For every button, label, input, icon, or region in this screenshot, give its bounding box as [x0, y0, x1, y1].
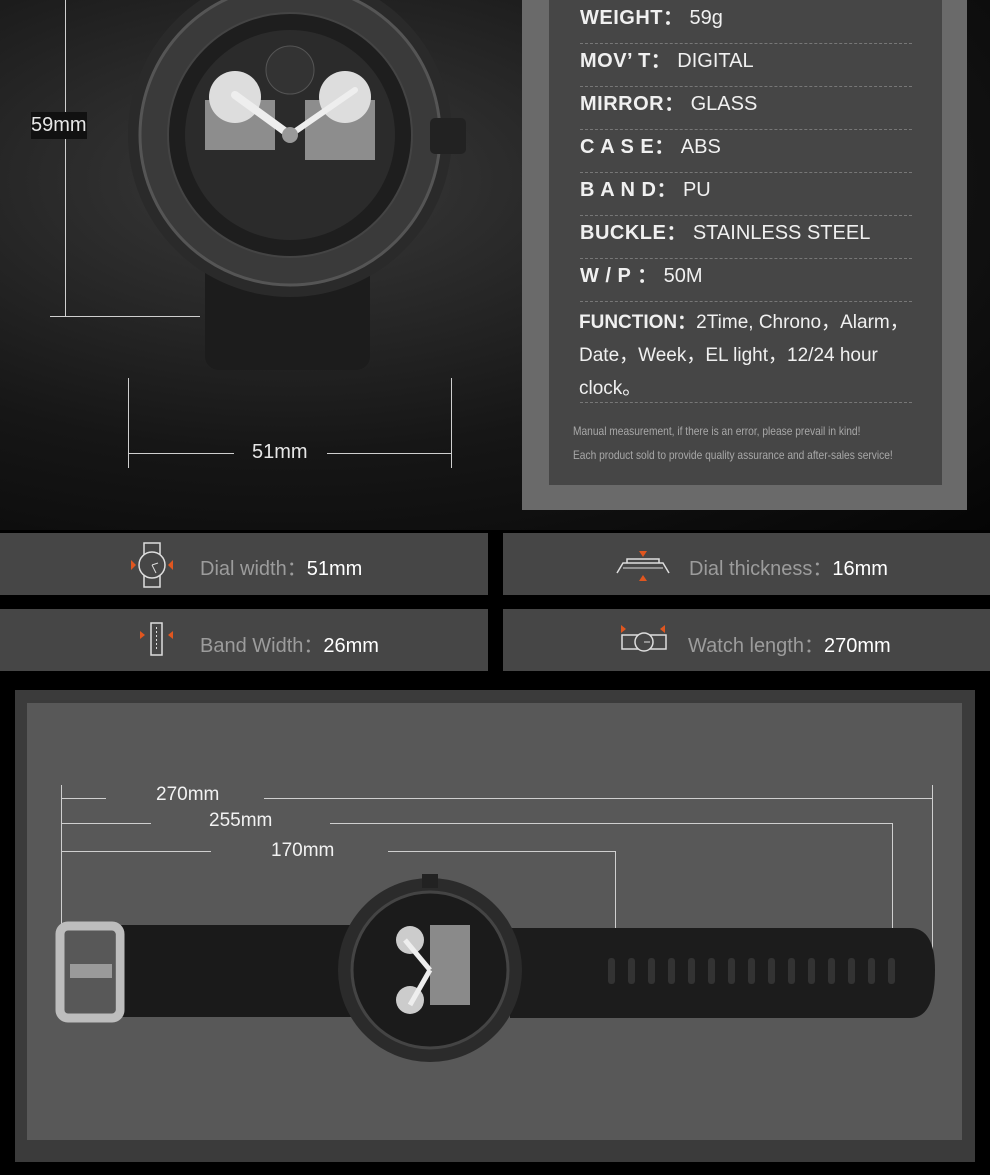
spec-label: MIRROR — [580, 93, 665, 115]
tile-value: 26mm — [323, 635, 379, 657]
tile-dial-thickness: Dial thickness：16mm — [503, 533, 990, 595]
line-270-right — [264, 798, 932, 799]
spec-band: B A N D： PU — [580, 172, 912, 216]
line-270-left — [61, 798, 106, 799]
spec-value: STAINLESS STEEL — [692, 222, 871, 244]
watch-front-image — [128, 0, 466, 370]
tile-value: 270mm — [824, 635, 891, 657]
tile-label: Watch length： — [688, 635, 824, 657]
length-170-label: 170mm — [271, 840, 335, 861]
tile-label: Band Width： — [200, 635, 324, 657]
spec-label: C A S E — [580, 136, 655, 158]
width-dimension-left — [128, 378, 129, 468]
spec-value: 59g — [689, 7, 723, 29]
note-measurement: Manual measurement, if there is an error… — [573, 424, 861, 438]
tile-band-width: Band Width：26mm — [0, 609, 488, 671]
spec-case: C A S E： ABS — [580, 129, 912, 173]
spec-value: ABS — [680, 136, 721, 158]
line-255-right — [330, 823, 892, 824]
height-label: 59mm — [31, 112, 87, 139]
band-width-icon — [140, 622, 173, 656]
spec-water-proof: W / P ： 50M — [580, 258, 912, 302]
spec-function: FUNCTION：2Time, Chrono，Alarm，Date，Week，E… — [579, 312, 909, 399]
tile-dial-width: Dial width：51mm — [0, 533, 488, 595]
spec-value: GLASS — [690, 93, 758, 115]
length-270-label: 270mm — [156, 784, 220, 805]
spec-value: PU — [682, 179, 711, 201]
dial-width-icon — [131, 542, 173, 588]
height-dimension-tick — [50, 316, 200, 317]
height-dimension-line — [65, 0, 66, 316]
spec-mirror: MIRROR： GLASS — [580, 86, 912, 130]
spec-label: B A N D — [580, 179, 657, 201]
note-assurance: Each product sold to provide quality ass… — [573, 448, 893, 462]
spec-movement: MOV’ T： DIGITAL — [580, 43, 912, 87]
tile-value: 51mm — [306, 558, 363, 580]
spec-label: WEIGHT — [580, 7, 663, 29]
spec-weight: WEIGHT： 59g — [580, 0, 912, 44]
dial-thickness-icon — [616, 551, 670, 581]
line-170-right — [388, 851, 615, 852]
tile-value: 16mm — [832, 558, 888, 580]
width-line-right — [327, 453, 451, 454]
watch-length-icon — [621, 625, 667, 652]
watch-side-image — [55, 874, 935, 1062]
spec-value: 50M — [663, 265, 703, 287]
width-label: 51mm — [252, 441, 308, 463]
line-255-left — [61, 823, 151, 824]
spec-label: BUCKLE — [580, 222, 667, 244]
spec-label: MOV’ T — [580, 50, 651, 72]
spec-buckle: BUCKLE： STAINLESS STEEL — [580, 215, 912, 259]
tile-label: Dial width： — [200, 558, 307, 580]
line-170-left — [61, 851, 211, 852]
divider — [580, 402, 912, 403]
length-255-label: 255mm — [209, 810, 273, 831]
spec-label: W / P — [580, 265, 632, 287]
spec-value: DIGITAL — [677, 50, 754, 72]
width-line-left — [128, 453, 234, 454]
width-dimension-right — [451, 378, 452, 468]
tile-label: Dial thickness： — [689, 558, 833, 580]
tile-watch-length: Watch length：270mm — [503, 609, 990, 671]
spec-label: FUNCTION — [579, 312, 678, 333]
